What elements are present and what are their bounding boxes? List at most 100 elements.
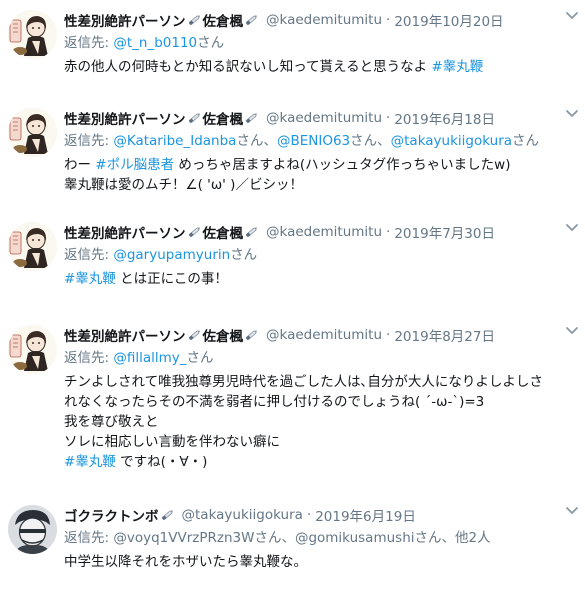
timestamp[interactable]: 2019年8月27日 [394, 325, 495, 345]
separator-dot: · [386, 224, 391, 240]
text-segment: とは正にこの事！ [115, 271, 228, 287]
reply-user-link[interactable]: @garyupamyurin [113, 247, 230, 263]
reply-user-link[interactable]: @voyq1VVrzPRzn3W [113, 530, 254, 546]
reply-to: 返信先: @voyq1VVrzPRzn3Wさん、@gomikusamushiさん… [64, 528, 569, 548]
display-name[interactable]: 性差別絶許パーソン [64, 10, 186, 30]
user-handle[interactable]: @kaedemitumitu [266, 110, 382, 126]
pen-icon [244, 225, 259, 239]
tweet-text-line: 我を尊び敬えと [64, 412, 569, 432]
tweet-text: #睾丸鞭 とは正にこの事！ [64, 269, 569, 289]
avatar[interactable] [8, 325, 57, 374]
reply-suffix: さん [230, 247, 258, 263]
reply-suffix: さん、他2人 [414, 530, 491, 546]
reply-suffix: さん、 [236, 133, 277, 149]
chevron-down-icon[interactable] [565, 505, 579, 517]
reply-user-link[interactable]: @Kataribe_Idanba [113, 133, 236, 149]
pen-icon [187, 328, 202, 342]
tweet-text-line: ソレに相応しい言動を伴わない癖に [64, 432, 569, 452]
pen-icon [187, 225, 202, 239]
reply-suffix: さん [186, 350, 214, 366]
separator-dot: · [306, 507, 312, 523]
user-handle[interactable]: @takayukiigokura [182, 507, 303, 523]
text-segment: チンよしされて唯我独尊男児時代を過ごした人は､自分が大人になりよしよしさ [64, 374, 543, 390]
reply-suffix: さん [512, 133, 540, 149]
reply-prefix: 返信先: [64, 530, 114, 546]
chevron-down-icon[interactable] [565, 10, 579, 22]
reply-user-link[interactable]: @BENIO63 [277, 133, 350, 149]
reply-prefix: 返信先: [64, 247, 114, 263]
reply-to: 返信先: @garyupamyurinさん [64, 245, 569, 265]
hashtag-link[interactable]: #ポル脳患者 [95, 157, 174, 173]
pen-icon [244, 13, 259, 27]
reply-to: 返信先: @t_n_b0110さん [64, 33, 569, 53]
tweet-body: 性差別絶許パーソン 佐倉楓 @kaedemitumitu · 2019年7月30日返信先… [64, 222, 569, 289]
display-name-suffix[interactable]: 佐倉楓 [203, 222, 244, 242]
reply-user-link[interactable]: @fillallmy_ [113, 350, 186, 366]
avatar[interactable] [8, 10, 57, 59]
text-segment: 睾丸鞭は愛のムチ！∠( 'ω' )／ビシッ！ [64, 177, 303, 193]
user-handle[interactable]: @kaedemitumitu [266, 12, 382, 28]
pen-icon [244, 111, 259, 125]
reply-user-link[interactable]: @gomikusamushi [295, 530, 415, 546]
tweet-text: 赤の他人の何時もとか知る訳ないし知って貰えると思うなよ #睾丸鞭 [64, 57, 569, 77]
separator-dot: · [386, 327, 391, 343]
display-name-suffix[interactable]: 佐倉楓 [203, 108, 244, 128]
pen-icon [160, 508, 175, 522]
display-name[interactable]: 性差別絶許パーソン [64, 325, 186, 345]
pen-icon [187, 111, 202, 125]
user-handle[interactable]: @kaedemitumitu [266, 224, 382, 240]
reply-suffix: さん、 [350, 133, 391, 149]
hashtag-link[interactable]: #睾丸鞭 [431, 59, 483, 75]
display-name-suffix[interactable]: 佐倉楓 [203, 325, 244, 345]
tweet-text-line: わー #ポル脳患者 めっちゃ居ますよね(ハッシュタグ作っちゃいましたw) [64, 155, 569, 175]
text-segment: れなくなったらその不満を弱者に押し付けるのでしょうね( ´-ω-`)=3 [64, 394, 485, 410]
reply-user-link[interactable]: @takayukiigokura [391, 133, 512, 149]
display-name[interactable]: ゴクラクトンボ [64, 505, 159, 525]
text-segment: ソレに相応しい言動を伴わない癖に [64, 434, 280, 450]
avatar[interactable] [8, 222, 57, 271]
tweet-body: 性差別絶許パーソン 佐倉楓 @kaedemitumitu · 2019年8月27日返信先… [64, 325, 569, 472]
chevron-down-icon[interactable] [565, 325, 579, 337]
user-handle[interactable]: @kaedemitumitu [266, 327, 382, 343]
tweet-header: 性差別絶許パーソン 佐倉楓 @kaedemitumitu · 2019年7月30日 [64, 222, 569, 242]
chevron-down-icon[interactable] [565, 222, 579, 234]
tweet-text-line: #睾丸鞭 とは正にこの事！ [64, 269, 569, 289]
text-segment: わー [64, 157, 96, 173]
timestamp[interactable]: 2019年6月19日 [315, 505, 416, 525]
tweet-text-line: #睾丸鞭 ですね(・∀・) [64, 452, 569, 472]
tweet-text: 中学生以降それをホザいたら睾丸鞭な。 [64, 552, 569, 572]
text-segment: めっちゃ居ますよね(ハッシュタグ作っちゃいましたw) [174, 157, 511, 173]
text-segment: 我を尊び敬えと [64, 414, 159, 430]
tweet-text: わー #ポル脳患者 めっちゃ居ますよね(ハッシュタグ作っちゃいましたw) 睾丸鞭は… [64, 155, 569, 195]
reply-prefix: 返信先: [64, 133, 114, 149]
display-name[interactable]: 性差別絶許パーソン [64, 108, 186, 128]
text-segment: 中学生以降それをホザいたら睾丸鞭な。 [64, 554, 307, 570]
tweet-body: 性差別絶許パーソン 佐倉楓 @kaedemitumitu · 2019年6月18日返信先… [64, 108, 569, 195]
avatar[interactable] [8, 108, 57, 157]
separator-dot: · [386, 12, 391, 28]
display-name-suffix[interactable]: 佐倉楓 [203, 10, 244, 30]
hashtag-link[interactable]: #睾丸鞭 [64, 271, 116, 287]
tweet-body: ゴクラクトンボ @takayukiigokura · 2019年6月19日返信先: @… [64, 505, 569, 572]
reply-suffix: さん [197, 35, 225, 51]
display-name[interactable]: 性差別絶許パーソン [64, 222, 186, 242]
tweet-text-line: 赤の他人の何時もとか知る訳ないし知って貰えると思うなよ #睾丸鞭 [64, 57, 569, 77]
timestamp[interactable]: 2019年6月18日 [394, 108, 495, 128]
reply-user-link[interactable]: @t_n_b0110 [113, 35, 197, 51]
separator-dot: · [386, 110, 391, 126]
tweet-header: 性差別絶許パーソン 佐倉楓 @kaedemitumitu · 2019年8月27日 [64, 325, 569, 345]
hashtag-link[interactable]: #睾丸鞭 [64, 454, 116, 470]
tweet-header: 性差別絶許パーソン 佐倉楓 @kaedemitumitu · 2019年6月18日 [64, 108, 569, 128]
reply-prefix: 返信先: [64, 35, 114, 51]
tweet-text: チンよしされて唯我独尊男児時代を過ごした人は､自分が大人になりよしよしさ れなくな… [64, 372, 569, 472]
pen-icon [244, 328, 259, 342]
tweet-text-line: 睾丸鞭は愛のムチ！∠( 'ω' )／ビシッ！ [64, 175, 569, 195]
timestamp[interactable]: 2019年7月30日 [394, 222, 495, 242]
reply-suffix: さん、 [254, 530, 295, 546]
reply-prefix: 返信先: [64, 350, 114, 366]
avatar[interactable] [8, 505, 57, 554]
tweet-text-line: れなくなったらその不満を弱者に押し付けるのでしょうね( ´-ω-`)=3 [64, 392, 569, 412]
timestamp[interactable]: 2019年10月20日 [394, 10, 503, 30]
tweet-text-line: チンよしされて唯我独尊男児時代を過ごした人は､自分が大人になりよしよしさ [64, 372, 569, 392]
chevron-down-icon[interactable] [565, 108, 579, 120]
